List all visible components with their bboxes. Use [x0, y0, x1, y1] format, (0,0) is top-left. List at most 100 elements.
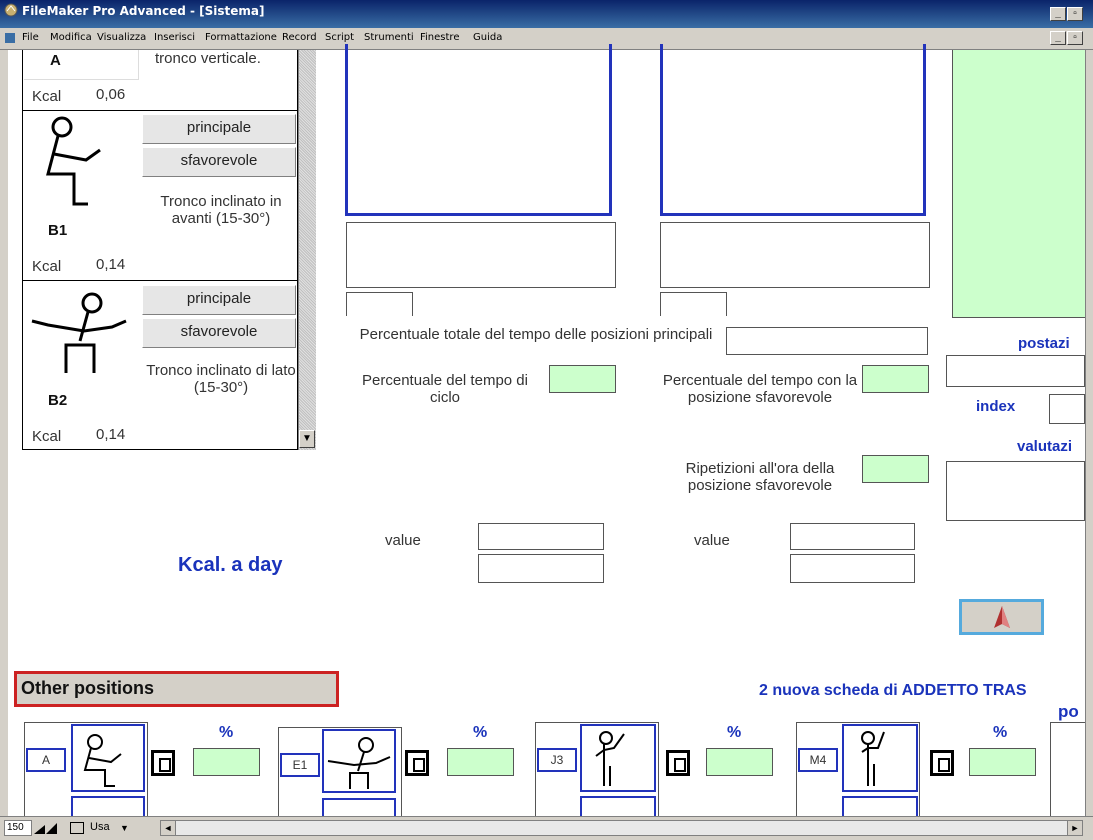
b1-principale-button[interactable]: principale [142, 114, 296, 144]
menu-file[interactable]: File [22, 32, 39, 43]
card-e1-pct-label: % [473, 724, 488, 741]
window-title: FileMaker Pro Advanced - [Sistema] [22, 4, 265, 18]
po-label: po [1058, 702, 1079, 721]
horizontal-scrollbar[interactable] [160, 820, 1080, 836]
perc-unfav-label: Percentuale del tempo con la posizione s… [662, 372, 858, 406]
card-e1-code[interactable]: E1 [280, 753, 320, 777]
note-field-1[interactable] [346, 222, 616, 288]
card-a-code[interactable]: A [26, 748, 66, 772]
perc-unfav-field[interactable] [862, 365, 929, 393]
value-field-2b[interactable] [790, 554, 915, 583]
menu-modifica[interactable]: Modifica [50, 32, 92, 43]
maximize-icon[interactable]: ▫ [1067, 7, 1083, 21]
row-a-kcal-label: Kcal [32, 88, 62, 105]
perc-total-field[interactable] [726, 327, 928, 355]
index-field[interactable] [1049, 394, 1085, 424]
b1-kcal-label: Kcal [32, 258, 62, 275]
scroll-down-icon[interactable]: ▼ [299, 430, 315, 448]
value-field-1a[interactable] [478, 523, 604, 550]
perc-cycle-label: Percentuale del tempo di ciclo [362, 372, 528, 406]
card-m4-pct-field[interactable] [969, 748, 1036, 776]
card-a-checkbox-icon[interactable] [151, 750, 175, 776]
card-j3-checkbox-icon[interactable] [666, 750, 690, 776]
card-e1-figure[interactable] [322, 729, 396, 793]
green-panel [952, 50, 1085, 318]
card-e1-pct-field[interactable] [447, 748, 514, 776]
row-a-desc: tronco verticale. [155, 50, 261, 67]
menu-finestre[interactable]: Finestre [420, 32, 459, 43]
postazi-field[interactable] [946, 355, 1085, 387]
arrow-up-icon [994, 606, 1010, 628]
card-a-pct-field[interactable] [193, 748, 260, 776]
figure-b2 [24, 283, 139, 383]
row-a-code: A [50, 52, 61, 69]
up-arrow-button[interactable] [959, 599, 1044, 635]
card-e1-checkbox-icon[interactable] [405, 750, 429, 776]
row-a-kcal-value: 0,06 [96, 86, 126, 103]
b2-kcal-value: 0,14 [96, 426, 126, 443]
b1-sfavorevole-button[interactable]: sfavorevole [142, 147, 296, 177]
card-m4-figure[interactable] [842, 724, 918, 792]
menu-guida[interactable]: Guida [473, 32, 502, 43]
mode-dropdown-icon[interactable]: ▼ [120, 823, 130, 833]
b2-sfavorevole-button[interactable]: sfavorevole [142, 318, 296, 348]
card-j3-code[interactable]: J3 [537, 748, 577, 772]
card-a-figure[interactable] [71, 724, 145, 792]
card-j3-figure[interactable] [580, 724, 656, 792]
b1-desc: Tronco inclinato in avanti (15-30°) [160, 193, 282, 227]
kcal-day-label: Kcal. a day [178, 554, 283, 576]
perc-cycle-field[interactable] [549, 365, 616, 393]
menu-record[interactable]: Record [282, 32, 317, 43]
doc-maximize-icon[interactable]: ▫ [1067, 31, 1083, 45]
rep-hour-label: Ripetizioni all'ora della posizione sfav… [685, 460, 835, 494]
zoom-out-icon[interactable] [34, 822, 46, 834]
zoom-level[interactable]: 150 [4, 820, 32, 836]
doc-minimize-icon[interactable]: _ [1050, 31, 1066, 45]
menu-visualizza[interactable]: Visualizza [97, 32, 146, 43]
b1-code: B1 [48, 222, 68, 239]
mode-label[interactable]: Usa [90, 821, 110, 833]
nuova-scheda-label: 2 nuova scheda di ADDETTO TRAS [759, 682, 1027, 699]
b2-kcal-label: Kcal [32, 428, 62, 445]
card-e1-figure-2[interactable] [322, 798, 396, 816]
zoom-in-icon[interactable] [46, 822, 58, 834]
card-m4-code[interactable]: M4 [798, 748, 838, 772]
valutazi-field[interactable] [946, 461, 1085, 521]
image-frame-1 [345, 44, 612, 216]
portal-scrollbar[interactable] [298, 50, 316, 450]
postazi-label: postazi [1018, 335, 1070, 352]
scroll-right-icon[interactable]: ► [1067, 820, 1083, 836]
status-area-icon[interactable] [70, 822, 84, 834]
minimize-icon[interactable]: _ [1050, 7, 1066, 21]
other-positions-header: Other positions [14, 671, 339, 707]
card-a-pct-label: % [219, 724, 234, 741]
b2-desc: Tronco inclinato di lato (15-30°) [146, 362, 296, 396]
card-a-figure-2[interactable] [71, 796, 145, 816]
row-divider [22, 110, 298, 111]
menu-inserisci[interactable]: Inserisci [154, 32, 195, 43]
card-j3-figure-2[interactable] [580, 796, 656, 816]
value-label-2: value [694, 532, 730, 549]
menu-script[interactable]: Script [325, 32, 354, 43]
window-vertical-scrollbar[interactable] [1085, 50, 1093, 816]
card-j3-pct-field[interactable] [706, 748, 773, 776]
row-divider [22, 280, 298, 281]
small-field-2[interactable] [660, 292, 727, 316]
left-margin [0, 50, 8, 816]
index-label: index [976, 398, 1016, 415]
menu-strumenti[interactable]: Strumenti [364, 32, 414, 43]
scroll-left-icon[interactable]: ◄ [160, 820, 176, 836]
value-field-2a[interactable] [790, 523, 915, 550]
card-m4-figure-2[interactable] [842, 796, 918, 816]
value-label-1: value [385, 532, 421, 549]
menu-formattazione[interactable]: Formattazione [205, 32, 277, 43]
small-field-1[interactable] [346, 292, 413, 316]
rep-hour-field[interactable] [862, 455, 929, 483]
document-icon [4, 31, 16, 43]
note-field-2[interactable] [660, 222, 930, 288]
b2-principale-button[interactable]: principale [142, 285, 296, 315]
card-m4-checkbox-icon[interactable] [930, 750, 954, 776]
card-partial [1050, 722, 1085, 816]
value-field-1b[interactable] [478, 554, 604, 583]
valutazi-label: valutazi [1017, 438, 1073, 455]
